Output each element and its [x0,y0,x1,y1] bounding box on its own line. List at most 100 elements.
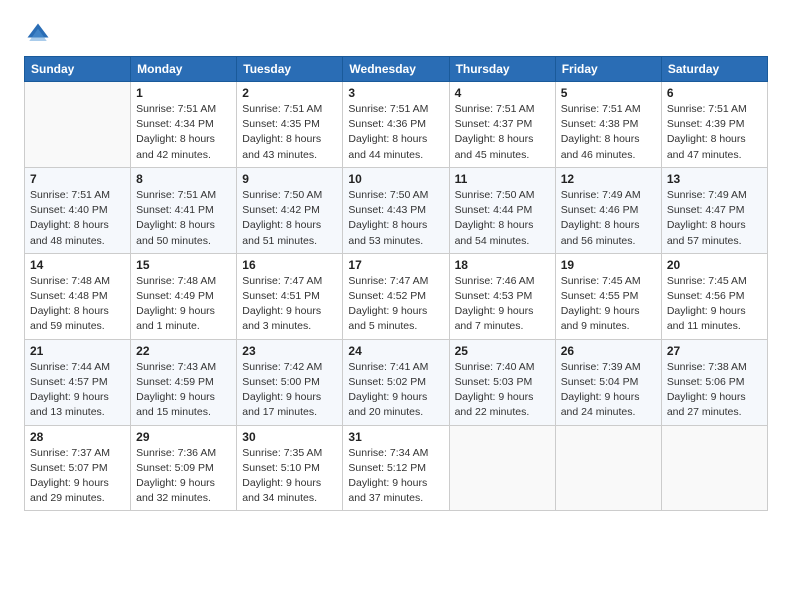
day-number: 31 [348,430,443,444]
day-number: 24 [348,344,443,358]
day-number: 29 [136,430,231,444]
calendar-cell: 13Sunrise: 7:49 AMSunset: 4:47 PMDayligh… [661,167,767,253]
calendar-cell: 2 Sunrise: 7:51 AMSunset: 4:35 PMDaylight… [237,82,343,168]
calendar-cell: 3 Sunrise: 7:51 AMSunset: 4:36 PMDaylight… [343,82,449,168]
day-info: Sunrise: 7:38 AMSunset: 5:06 PMDaylight:… [667,360,762,421]
calendar-cell: 28 Sunrise: 7:37 AMSunset: 5:07 PMDayligh… [25,425,131,511]
day-number: 9 [242,172,337,186]
day-info: Sunrise: 7:51 AMSunset: 4:39 PMDaylight:… [667,102,762,163]
weekday-friday: Friday [555,57,661,82]
day-number: 6 [667,86,762,100]
day-number: 12 [561,172,656,186]
calendar-cell: 29 Sunrise: 7:36 AMSunset: 5:09 PMDayligh… [131,425,237,511]
weekday-wednesday: Wednesday [343,57,449,82]
calendar-cell: 26 Sunrise: 7:39 AMSunset: 5:04 PMDayligh… [555,339,661,425]
calendar-cell: 27Sunrise: 7:38 AMSunset: 5:06 PMDayligh… [661,339,767,425]
day-info: Sunrise: 7:51 AMSunset: 4:36 PMDaylight:… [348,102,443,163]
calendar-cell: 14 Sunrise: 7:48 AMSunset: 4:48 PMDayligh… [25,253,131,339]
logo-icon [24,20,52,48]
calendar-cell: 9 Sunrise: 7:50 AMSunset: 4:42 PMDaylight… [237,167,343,253]
day-info: Sunrise: 7:45 AMSunset: 4:56 PMDaylight:… [667,274,762,335]
day-number: 20 [667,258,762,272]
day-number: 21 [30,344,125,358]
day-number: 17 [348,258,443,272]
header [24,20,768,48]
weekday-saturday: Saturday [661,57,767,82]
day-info: Sunrise: 7:50 AMSunset: 4:42 PMDaylight:… [242,188,337,249]
day-number: 1 [136,86,231,100]
calendar-cell [449,425,555,511]
calendar-cell: 25 Sunrise: 7:40 AMSunset: 5:03 PMDayligh… [449,339,555,425]
calendar-cell: 10 Sunrise: 7:50 AMSunset: 4:43 PMDayligh… [343,167,449,253]
day-number: 5 [561,86,656,100]
week-row-5: 28 Sunrise: 7:37 AMSunset: 5:07 PMDayligh… [25,425,768,511]
day-info: Sunrise: 7:48 AMSunset: 4:48 PMDaylight:… [30,274,125,335]
calendar-cell [661,425,767,511]
logo [24,20,56,48]
day-number: 26 [561,344,656,358]
day-number: 19 [561,258,656,272]
calendar: SundayMondayTuesdayWednesdayThursdayFrid… [24,56,768,511]
week-row-3: 14 Sunrise: 7:48 AMSunset: 4:48 PMDayligh… [25,253,768,339]
calendar-cell: 11 Sunrise: 7:50 AMSunset: 4:44 PMDayligh… [449,167,555,253]
day-info: Sunrise: 7:51 AMSunset: 4:41 PMDaylight:… [136,188,231,249]
day-number: 28 [30,430,125,444]
calendar-cell: 20 Sunrise: 7:45 AMSunset: 4:56 PMDayligh… [661,253,767,339]
day-info: Sunrise: 7:51 AMSunset: 4:34 PMDaylight:… [136,102,231,163]
week-row-2: 7Sunrise: 7:51 AMSunset: 4:40 PMDaylight… [25,167,768,253]
day-info: Sunrise: 7:36 AMSunset: 5:09 PMDaylight:… [136,446,231,507]
calendar-cell: 17 Sunrise: 7:47 AMSunset: 4:52 PMDayligh… [343,253,449,339]
calendar-cell [25,82,131,168]
day-info: Sunrise: 7:51 AMSunset: 4:37 PMDaylight:… [455,102,550,163]
day-info: Sunrise: 7:49 AMSunset: 4:47 PMDaylight:… [667,188,762,249]
day-number: 16 [242,258,337,272]
page: SundayMondayTuesdayWednesdayThursdayFrid… [0,0,792,612]
day-info: Sunrise: 7:35 AMSunset: 5:10 PMDaylight:… [242,446,337,507]
day-info: Sunrise: 7:39 AMSunset: 5:04 PMDaylight:… [561,360,656,421]
calendar-cell: 18Sunrise: 7:46 AMSunset: 4:53 PMDayligh… [449,253,555,339]
day-info: Sunrise: 7:50 AMSunset: 4:44 PMDaylight:… [455,188,550,249]
day-info: Sunrise: 7:40 AMSunset: 5:03 PMDaylight:… [455,360,550,421]
calendar-cell: 4 Sunrise: 7:51 AMSunset: 4:37 PMDaylight… [449,82,555,168]
day-info: Sunrise: 7:49 AMSunset: 4:46 PMDaylight:… [561,188,656,249]
weekday-tuesday: Tuesday [237,57,343,82]
weekday-monday: Monday [131,57,237,82]
calendar-cell: 15Sunrise: 7:48 AMSunset: 4:49 PMDayligh… [131,253,237,339]
day-info: Sunrise: 7:48 AMSunset: 4:49 PMDaylight:… [136,274,231,335]
calendar-cell: 30 Sunrise: 7:35 AMSunset: 5:10 PMDayligh… [237,425,343,511]
calendar-cell: 12 Sunrise: 7:49 AMSunset: 4:46 PMDayligh… [555,167,661,253]
calendar-cell: 22Sunrise: 7:43 AMSunset: 4:59 PMDayligh… [131,339,237,425]
day-info: Sunrise: 7:42 AMSunset: 5:00 PMDaylight:… [242,360,337,421]
day-number: 7 [30,172,125,186]
day-number: 23 [242,344,337,358]
day-info: Sunrise: 7:51 AMSunset: 4:35 PMDaylight:… [242,102,337,163]
day-info: Sunrise: 7:44 AMSunset: 4:57 PMDaylight:… [30,360,125,421]
calendar-cell: 16 Sunrise: 7:47 AMSunset: 4:51 PMDayligh… [237,253,343,339]
weekday-thursday: Thursday [449,57,555,82]
day-info: Sunrise: 7:47 AMSunset: 4:52 PMDaylight:… [348,274,443,335]
day-number: 3 [348,86,443,100]
day-number: 2 [242,86,337,100]
day-info: Sunrise: 7:51 AMSunset: 4:38 PMDaylight:… [561,102,656,163]
day-info: Sunrise: 7:50 AMSunset: 4:43 PMDaylight:… [348,188,443,249]
week-row-4: 21 Sunrise: 7:44 AMSunset: 4:57 PMDayligh… [25,339,768,425]
day-number: 30 [242,430,337,444]
day-info: Sunrise: 7:47 AMSunset: 4:51 PMDaylight:… [242,274,337,335]
day-info: Sunrise: 7:46 AMSunset: 4:53 PMDaylight:… [455,274,550,335]
calendar-cell [555,425,661,511]
day-info: Sunrise: 7:43 AMSunset: 4:59 PMDaylight:… [136,360,231,421]
day-number: 10 [348,172,443,186]
week-row-1: 1 Sunrise: 7:51 AMSunset: 4:34 PMDaylight… [25,82,768,168]
weekday-header-row: SundayMondayTuesdayWednesdayThursdayFrid… [25,57,768,82]
day-number: 14 [30,258,125,272]
day-info: Sunrise: 7:37 AMSunset: 5:07 PMDaylight:… [30,446,125,507]
day-info: Sunrise: 7:41 AMSunset: 5:02 PMDaylight:… [348,360,443,421]
day-number: 25 [455,344,550,358]
day-number: 4 [455,86,550,100]
weekday-sunday: Sunday [25,57,131,82]
calendar-cell: 19Sunrise: 7:45 AMSunset: 4:55 PMDayligh… [555,253,661,339]
calendar-cell: 7Sunrise: 7:51 AMSunset: 4:40 PMDaylight… [25,167,131,253]
calendar-cell: 8Sunrise: 7:51 AMSunset: 4:41 PMDaylight… [131,167,237,253]
day-number: 11 [455,172,550,186]
calendar-cell: 6 Sunrise: 7:51 AMSunset: 4:39 PMDaylight… [661,82,767,168]
